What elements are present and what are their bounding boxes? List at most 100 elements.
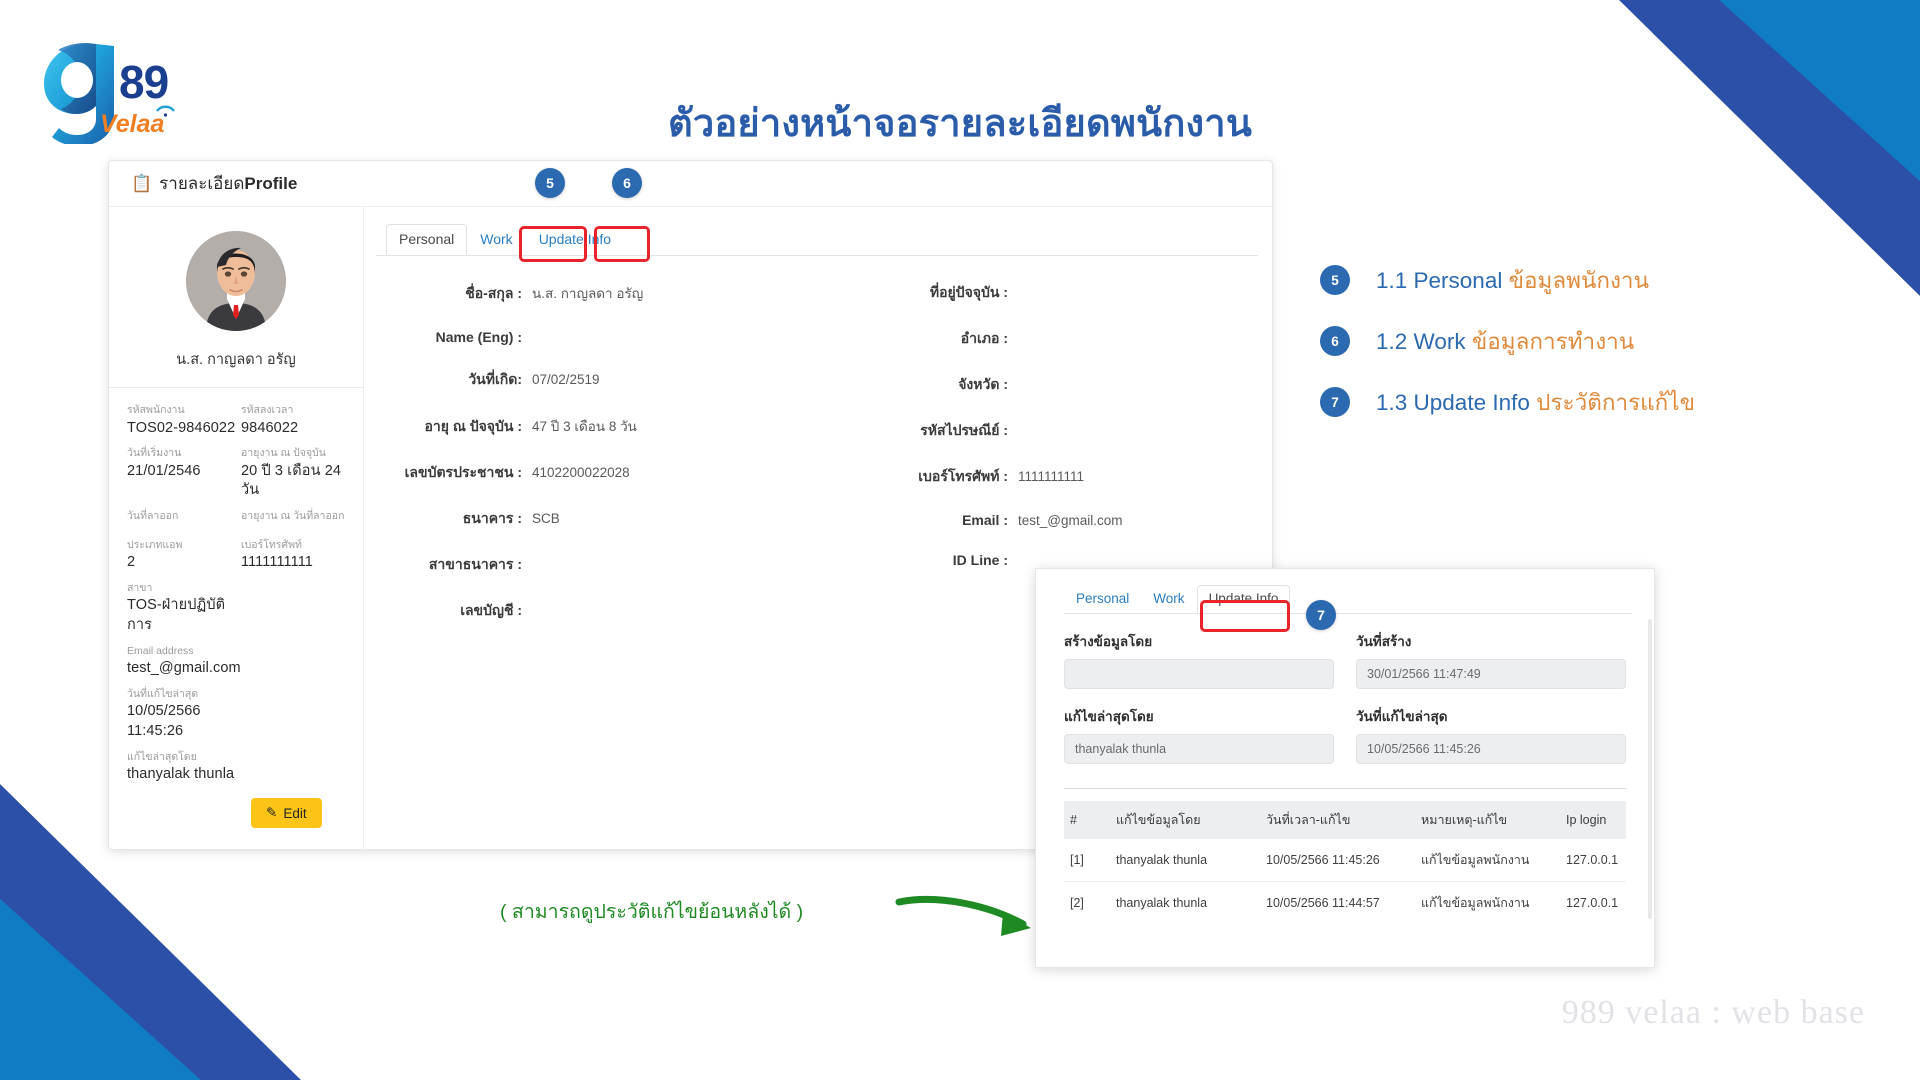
col-index: # xyxy=(1064,801,1110,839)
form-label: จังหวัด : xyxy=(958,376,1008,392)
legend-list: 5 1.1 Personal ข้อมูลพนักงาน 6 1.2 Work … xyxy=(1320,262,1695,445)
green-arrow-icon xyxy=(895,880,1055,955)
step-badge-5: 5 xyxy=(535,168,565,198)
form-label: ที่อยู่ปัจจุบัน : xyxy=(929,284,1008,300)
form-label: Email : xyxy=(962,512,1008,528)
created-date-input[interactable]: 30/01/2566 11:47:49 xyxy=(1356,659,1626,689)
legend-badge-7: 7 xyxy=(1320,387,1350,417)
created-date-label: วันที่สร้าง xyxy=(1356,634,1412,649)
col-ip-login: Ip login xyxy=(1560,801,1626,839)
sidebar-field-row: วันที่ลาออก อายุงาน ณ วันที่ลาออก xyxy=(127,510,363,525)
field-value: 2 xyxy=(127,554,136,571)
legend-en-5: 1.1 Personal xyxy=(1376,268,1509,293)
form-row: สาขาธนาคาร : xyxy=(364,554,818,576)
form-label: Name (Eng) : xyxy=(435,329,522,345)
modified-by-input[interactable]: thanyalak thunla xyxy=(1064,734,1334,764)
table-row[interactable]: [2] thanyalak thunla 10/05/2566 11:44:57… xyxy=(1064,882,1626,925)
legend-text-7: 1.3 Update Info ประวัติการแก้ไข xyxy=(1376,384,1695,420)
field-value: thanyalak thunla xyxy=(127,766,235,783)
update-panel-tabs: Personal Work Update Info xyxy=(1036,569,1654,613)
form-row: ID Line : xyxy=(818,552,1272,568)
field-label: สาขา xyxy=(127,581,153,594)
legend-th-5: ข้อมูลพนักงาน xyxy=(1508,268,1649,293)
cell-index: [1] xyxy=(1064,839,1110,882)
card-header-en: Profile xyxy=(244,173,298,193)
field-label: Email address xyxy=(127,644,194,657)
col-remark: หมายเหตุ-แก้ไข xyxy=(1415,801,1560,839)
field-label: รหัสลงเวลา xyxy=(241,404,294,416)
card-header: 📋 รายละเอียด Profile xyxy=(109,161,1272,207)
modified-date-field: วันที่แก้ไขล่าสุด 10/05/2566 11:45:26 xyxy=(1356,705,1626,764)
update-form-left-column: สร้างข้อมูลโดย แก้ไขล่าสุดโดย thanyalak … xyxy=(1064,630,1334,780)
personal-form-left-column: ชื่อ-สกุล : น.ส. กาญลดา อรัญ Name (Eng) … xyxy=(364,282,818,646)
form-label: ธนาคาร : xyxy=(462,510,522,526)
form-value: 47 ปี 3 เดือน 8 วัน xyxy=(532,419,637,434)
legend-en-7: 1.3 Update Info xyxy=(1376,390,1537,415)
form-row: Email : test_@gmail.com xyxy=(818,512,1272,528)
step-badge-7: 7 xyxy=(1306,600,1336,630)
update-tab-update-info[interactable]: Update Info xyxy=(1196,585,1291,613)
form-label: ชื่อ-สกุล : xyxy=(465,285,522,301)
field-value: 21/01/2546 xyxy=(127,462,201,479)
update-tab-work[interactable]: Work xyxy=(1141,585,1196,613)
legend-en-6: 1.2 Work xyxy=(1376,329,1472,354)
update-history-table: # แก้ไขข้อมูลโดย วันที่เวลา-แก้ไข หมายเห… xyxy=(1064,801,1626,924)
sidebar-field-row: วันที่เริ่มงาน 21/01/2546 อายุงาน ณ ปัจจ… xyxy=(127,447,363,501)
form-label: เลขบัญชี : xyxy=(460,602,522,618)
watermark-text: 989 velaa : web base xyxy=(1561,994,1865,1031)
sidebar-field-row: สาขา TOS-ฝ่ายปฏิบัติการ xyxy=(127,582,363,636)
edit-button[interactable]: ✎ Edit xyxy=(251,798,322,828)
tab-work[interactable]: Work xyxy=(467,224,525,255)
form-row: Name (Eng) : xyxy=(364,329,818,345)
field-label: แก้ไขล่าสุดโดย xyxy=(127,750,197,763)
update-info-form: สร้างข้อมูลโดย แก้ไขล่าสุดโดย thanyalak … xyxy=(1036,614,1654,780)
sidebar-field-row: Email address test_@gmail.com xyxy=(127,645,363,679)
form-row: ที่อยู่ปัจจุบัน : xyxy=(818,282,1272,304)
field-value: test_@gmail.com xyxy=(127,660,241,677)
field-label: วันที่เริ่มงาน xyxy=(127,447,182,460)
field-value: TOS-ฝ่ายปฏิบัติการ xyxy=(127,597,226,634)
legend-badge-6: 6 xyxy=(1320,326,1350,356)
form-value: น.ส. กาญลดา อรัญ xyxy=(532,286,644,301)
field-label: รหัสพนักงาน xyxy=(127,404,185,416)
form-label: ID Line : xyxy=(952,552,1008,568)
card-header-th: รายละเอียด xyxy=(159,174,245,193)
table-row[interactable]: [1] thanyalak thunla 10/05/2566 11:45:26… xyxy=(1064,839,1626,882)
tab-update-info[interactable]: Update Info xyxy=(526,224,624,255)
created-by-label: สร้างข้อมูลโดย xyxy=(1064,634,1153,649)
cell-remark: แก้ไขข้อมูลพนักงาน xyxy=(1421,896,1530,910)
sidebar-field-row: วันที่แก้ไขล่าสุด 10/05/2566 11:45:26 xyxy=(127,688,363,742)
form-row: รหัสไปรษณีย์ : xyxy=(818,420,1272,442)
form-value: 07/02/2519 xyxy=(532,372,600,387)
field-label: วันที่แก้ไขล่าสุด xyxy=(127,687,199,700)
cell-ip-login: 127.0.0.1 xyxy=(1566,896,1619,910)
created-by-input[interactable] xyxy=(1064,659,1334,689)
update-tab-personal[interactable]: Personal xyxy=(1064,585,1141,613)
created-by-field: สร้างข้อมูลโดย xyxy=(1064,630,1334,689)
cell-modified-by: thanyalak thunla xyxy=(1116,896,1208,910)
field-value: 20 ปี 3 เดือน 24 วัน xyxy=(241,462,342,499)
sidebar-field-row: ประเภทแอพ 2 เบอร์โทรศัพท์ 1111111111 xyxy=(127,539,363,573)
profile-tabs: Personal Work Update Info xyxy=(364,217,1272,255)
step-badge-6: 6 xyxy=(612,168,642,198)
cell-index: [2] xyxy=(1070,896,1084,910)
legend-item-6: 6 1.2 Work ข้อมูลการทำงาน xyxy=(1320,323,1695,359)
profile-sidebar: น.ส. กาญลดา อรัญ รหัสพนักงาน TOS02-98460… xyxy=(109,207,364,850)
modified-date-input[interactable]: 10/05/2566 11:45:26 xyxy=(1356,734,1626,764)
cell-modified-datetime: 10/05/2566 11:45:26 xyxy=(1260,839,1415,882)
legend-th-7: ประวัติการแก้ไข xyxy=(1536,390,1695,415)
tab-personal[interactable]: Personal xyxy=(386,224,468,255)
form-label: อำเภอ : xyxy=(960,330,1008,346)
panel-scrollbar[interactable] xyxy=(1648,619,1652,919)
history-annotation-text: ( สามารถดูประวัติแก้ไขย้อนหลังได้ ) xyxy=(500,901,804,923)
form-row: ชื่อ-สกุล : น.ส. กาญลดา อรัญ xyxy=(364,282,818,305)
form-row: เบอร์โทรศัพท์ : 1111111111 xyxy=(818,466,1272,488)
table-header-row: # แก้ไขข้อมูลโดย วันที่เวลา-แก้ไข หมายเห… xyxy=(1064,801,1626,839)
field-label: ประเภทแอพ xyxy=(127,538,183,551)
col-modified-by: แก้ไขข้อมูลโดย xyxy=(1110,801,1260,839)
field-label: เบอร์โทรศัพท์ xyxy=(241,538,302,551)
field-label: อายุงาน ณ ปัจจุบัน xyxy=(241,447,326,460)
form-label: รหัสไปรษณีย์ : xyxy=(920,422,1008,438)
field-value: 1111111111 xyxy=(241,554,313,571)
modified-by-label: แก้ไขล่าสุดโดย xyxy=(1064,709,1154,724)
